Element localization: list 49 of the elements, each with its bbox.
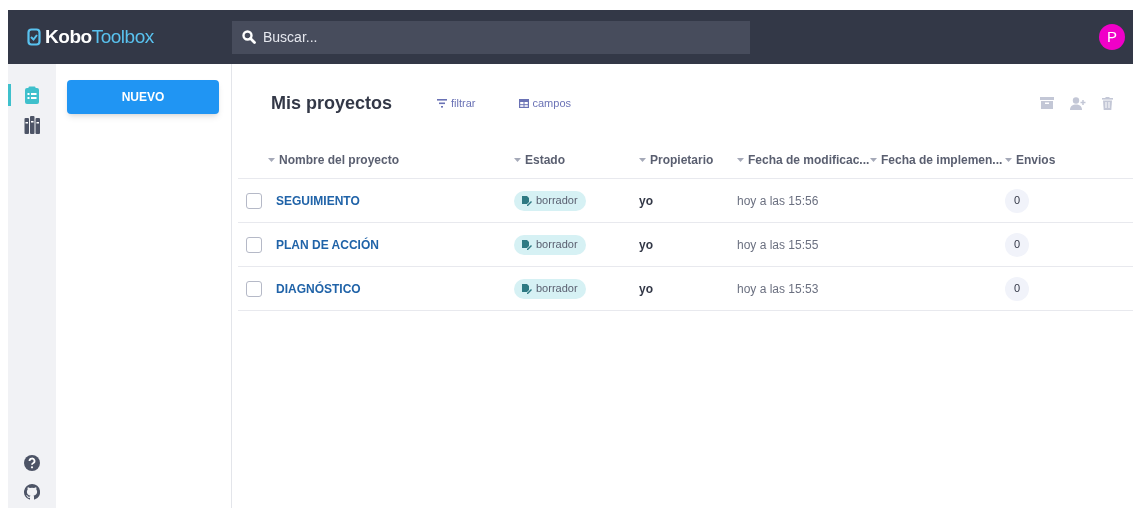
clipboard-list-icon[interactable] bbox=[24, 85, 40, 105]
project-link[interactable]: SEGUIMIENTO bbox=[276, 191, 360, 210]
avatar[interactable]: P bbox=[1099, 24, 1125, 50]
selection-indicator bbox=[8, 84, 11, 106]
column-header[interactable]: Estado bbox=[525, 151, 565, 169]
checkbox[interactable] bbox=[246, 280, 262, 297]
status-badge: borrador bbox=[514, 234, 586, 255]
column-header[interactable]: Propietario bbox=[650, 151, 714, 169]
document-edit-icon bbox=[522, 239, 532, 250]
search-input[interactable]: Buscar... bbox=[263, 26, 740, 48]
document-edit-icon bbox=[522, 283, 532, 294]
count-badge: 0 bbox=[1005, 276, 1029, 301]
sort-caret-icon[interactable] bbox=[639, 158, 646, 162]
table-icon bbox=[518, 98, 529, 108]
table-cell-text: hoy a las 15:55 bbox=[737, 236, 820, 254]
status-badge: borrador bbox=[514, 190, 586, 211]
table-cell-text: hoy a las 15:56 bbox=[737, 192, 820, 210]
clipboard-check-icon bbox=[27, 28, 41, 46]
column-header[interactable]: Fecha de implemen... bbox=[881, 151, 1003, 169]
filter-icon bbox=[437, 98, 448, 108]
sort-caret-icon[interactable] bbox=[737, 158, 744, 162]
column-header[interactable]: Fecha de modificac... bbox=[748, 151, 870, 169]
sort-caret-icon[interactable] bbox=[514, 158, 521, 162]
table-cell-text: yo bbox=[639, 280, 654, 298]
sort-caret-icon[interactable] bbox=[268, 158, 275, 162]
table-cell-text: hoy a las 15:53 bbox=[737, 280, 820, 298]
sort-caret-icon[interactable] bbox=[1005, 158, 1012, 162]
table-cell-text: yo bbox=[639, 192, 654, 210]
project-link[interactable]: PLAN DE ACCIÓN bbox=[276, 235, 379, 254]
column-header[interactable]: Envios bbox=[1016, 151, 1056, 169]
checkbox[interactable] bbox=[246, 192, 262, 209]
logo[interactable]: KoboToolbox bbox=[45, 22, 154, 52]
document-edit-icon bbox=[522, 195, 532, 206]
count-badge: 0 bbox=[1005, 232, 1029, 257]
page-title: Mis proyectos bbox=[271, 91, 393, 115]
search-icon bbox=[242, 30, 256, 44]
help-icon[interactable] bbox=[24, 455, 40, 471]
column-header[interactable]: Nombre del proyecto bbox=[279, 151, 400, 169]
search-field[interactable]: Buscar... bbox=[232, 20, 750, 54]
fields-link[interactable]: campos bbox=[532, 94, 572, 112]
checkbox[interactable] bbox=[246, 236, 262, 253]
github-icon[interactable] bbox=[24, 484, 40, 500]
project-link[interactable]: DIAGNÓSTICO bbox=[276, 279, 361, 298]
status-badge: borrador bbox=[514, 278, 586, 299]
count-badge: 0 bbox=[1005, 188, 1029, 213]
sort-caret-icon[interactable] bbox=[870, 158, 877, 162]
filter-link[interactable]: filtrar bbox=[451, 94, 476, 112]
table-cell-text: yo bbox=[639, 236, 654, 254]
books-icon[interactable] bbox=[23, 116, 41, 134]
